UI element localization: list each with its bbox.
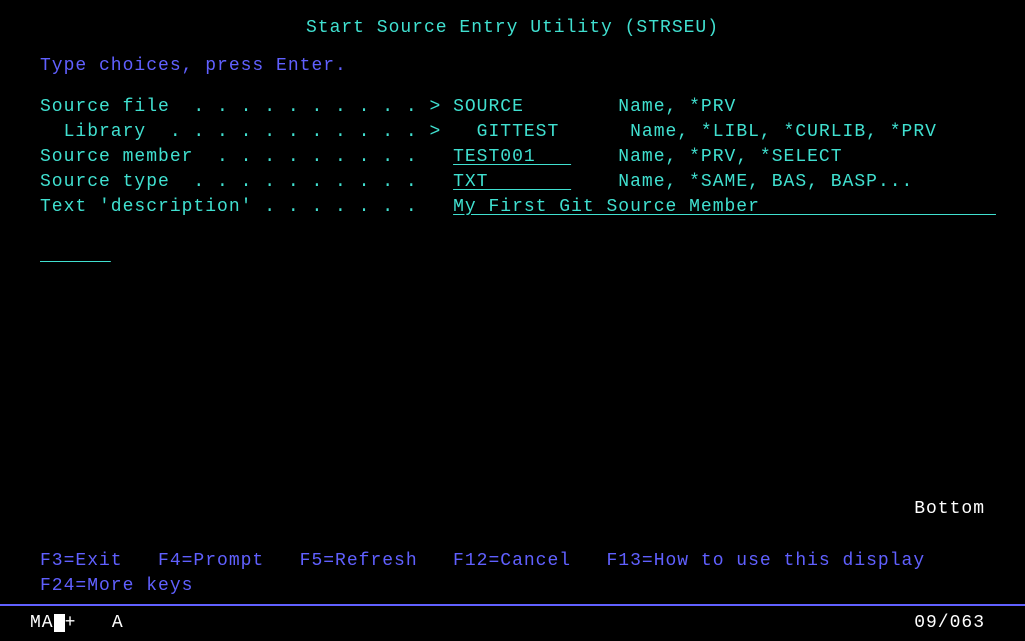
source-member-label: Source member . . . . . . . . . [40, 147, 453, 167]
status-left: MA + A [30, 613, 124, 633]
fkey-f24[interactable]: F24=More keys [40, 576, 193, 596]
function-keys-line2: F24=More keys [40, 576, 193, 596]
bottom-indicator: Bottom [914, 499, 985, 519]
status-ma: MA [30, 613, 54, 633]
source-type-label: Source type . . . . . . . . . . [40, 172, 453, 192]
source-file-hint: Name, *PRV [607, 97, 737, 117]
source-member-input[interactable]: TEST001 [453, 147, 571, 167]
cursor-icon [54, 614, 65, 632]
page-title: Start Source Entry Utility (STRSEU) [0, 0, 1025, 56]
source-member-hint: Name, *PRV, *SELECT [571, 147, 842, 167]
fkey-f3[interactable]: F3=Exit F4=Prompt F5=Refresh F12=Cancel … [40, 551, 925, 571]
separator-line [0, 604, 1025, 606]
source-file-value[interactable]: SOURCE [453, 97, 606, 117]
continuation-input[interactable] [40, 244, 111, 264]
status-bar: MA + A 09/063 [0, 613, 1025, 633]
status-a: A [76, 613, 123, 633]
form-area: Source file . . . . . . . . . . > SOURCE… [0, 94, 1025, 219]
source-file-label: Source file . . . . . . . . . . > [40, 97, 453, 117]
source-type-hint: Name, *SAME, BAS, BASP... [571, 172, 913, 192]
status-plus: + [65, 613, 77, 633]
function-keys-line1: F3=Exit F4=Prompt F5=Refresh F12=Cancel … [40, 551, 925, 571]
library-label: Library . . . . . . . . . . . > [40, 122, 465, 142]
library-hint: Name, *LIBL, *CURLIB, *PRV [618, 122, 937, 142]
text-desc-input[interactable]: My First Git Source Member [453, 197, 996, 217]
library-value[interactable]: GITTEST [465, 122, 618, 142]
source-type-input[interactable]: TXT [453, 172, 571, 192]
instruction-text: Type choices, press Enter. [0, 56, 1025, 94]
text-desc-label: Text 'description' . . . . . . . [40, 197, 453, 217]
cursor-position: 09/063 [914, 613, 985, 633]
